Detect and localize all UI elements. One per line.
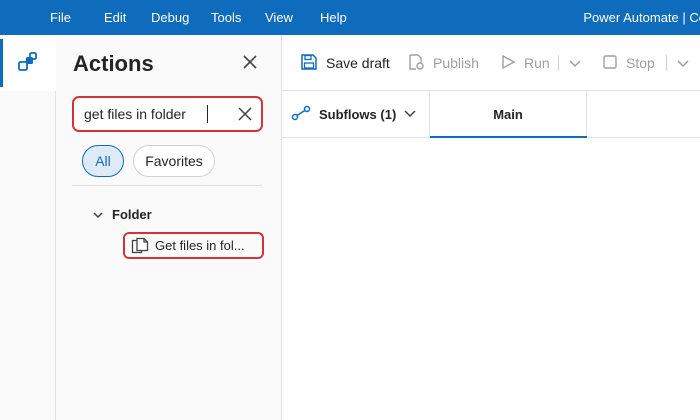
stop-icon (602, 54, 626, 73)
menu-file[interactable]: File (50, 10, 71, 26)
tab-main-label: Main (493, 106, 523, 122)
left-rail (0, 35, 56, 420)
save-draft-button[interactable]: Save draft (300, 53, 390, 73)
menu-bar: File Edit Debug Tools View Help Power Au… (0, 0, 700, 35)
subflows-dropdown[interactable]: Subflows (1) (282, 91, 430, 137)
publish-icon (407, 53, 433, 74)
tree-group-folder[interactable]: Folder (92, 205, 152, 223)
toolbar-separator (666, 55, 667, 71)
chevron-down-icon (92, 208, 104, 220)
actions-pane: Actions All Favorites Folder Get files i… (56, 35, 282, 420)
toolbar-separator (558, 55, 559, 71)
filter-all-button[interactable]: All (82, 145, 124, 177)
subflows-label: Subflows (1) (319, 106, 397, 122)
menu-tools[interactable]: Tools (211, 10, 241, 26)
flow-canvas[interactable] (282, 138, 700, 420)
close-icon[interactable] (242, 54, 258, 70)
chevron-down-icon (403, 106, 425, 123)
files-icon (131, 237, 149, 255)
stop-options-chevron-icon[interactable] (676, 56, 690, 70)
flow-tabs: Subflows (1) Main (282, 91, 700, 138)
text-caret (207, 105, 208, 123)
menu-debug[interactable]: Debug (151, 10, 189, 26)
tab-main[interactable]: Main (430, 91, 587, 138)
action-get-files-in-folder[interactable]: Get files in fol... (123, 232, 264, 259)
menu-help[interactable]: Help (320, 10, 347, 26)
save-draft-label: Save draft (326, 55, 390, 71)
search-input[interactable] (84, 104, 234, 124)
actions-search-box (72, 96, 263, 132)
rail-active-indicator (0, 39, 3, 87)
menu-view[interactable]: View (265, 10, 293, 26)
action-label: Get files in fol... (155, 238, 245, 253)
designer-toolbar: Save draft Publish Run Stop (282, 35, 700, 91)
run-label: Run (524, 55, 550, 71)
run-options-chevron-icon[interactable] (568, 56, 582, 70)
subflow-icon (291, 105, 319, 124)
actions-title: Actions (73, 51, 154, 76)
publish-label: Publish (433, 55, 479, 71)
menu-edit[interactable]: Edit (104, 10, 126, 26)
divider (72, 185, 262, 186)
run-button[interactable]: Run (500, 53, 550, 73)
stop-button[interactable]: Stop (602, 53, 655, 73)
actions-rail-button[interactable] (0, 35, 56, 91)
filter-favorites-button[interactable]: Favorites (133, 145, 215, 177)
publish-button[interactable]: Publish (407, 53, 479, 73)
clear-search-icon[interactable] (238, 107, 252, 121)
save-icon (300, 53, 326, 74)
stop-label: Stop (626, 55, 655, 71)
app-title: Power Automate | Co (583, 10, 700, 25)
tree-group-label: Folder (112, 206, 152, 222)
play-icon (500, 54, 524, 73)
